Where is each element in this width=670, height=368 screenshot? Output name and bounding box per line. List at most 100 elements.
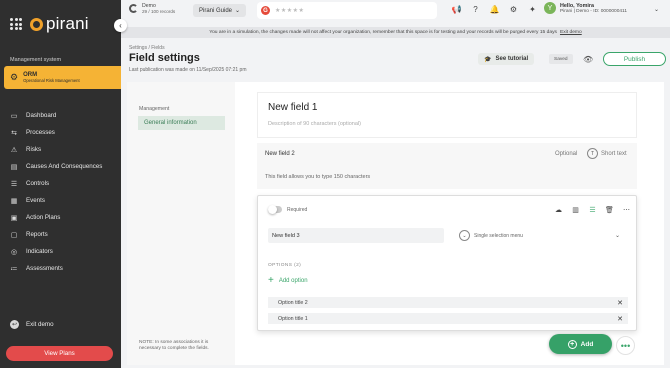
form-title[interactable]: New field 1 (268, 102, 317, 113)
field-type-value: Single selection menu (474, 232, 523, 239)
help-icon[interactable]: ? (470, 4, 481, 15)
apps-grid-icon[interactable] (10, 18, 22, 30)
sidebar-item-dashboard[interactable]: ▭ Dashboard (0, 107, 121, 124)
chevron-down-icon[interactable]: ⌄ (654, 6, 659, 13)
required-label: Required (287, 207, 308, 213)
field-name-input[interactable]: New field 3 (268, 228, 444, 243)
cloud-upload-icon[interactable]: ☁ (553, 204, 564, 215)
field-name: New field 2 (265, 151, 295, 157)
chevron-down-icon: ⌄ (614, 233, 620, 239)
events-icon: ▦ (10, 197, 18, 205)
indicators-icon: ◎ (10, 248, 18, 256)
section-general-information[interactable]: General information (138, 116, 225, 130)
required-toggle[interactable] (268, 205, 282, 214)
form-title-card: New field 1 Description of 90 characters… (257, 92, 637, 138)
causes-icon: ▤ (10, 163, 18, 171)
close-icon[interactable]: ✕ (617, 315, 623, 323)
pirani-logo: pirani (30, 14, 89, 34)
reports-icon: ▢ (10, 231, 18, 239)
close-icon[interactable]: ✕ (617, 299, 623, 307)
field-type-select[interactable]: ⌄ Single selection menu ⌄ (454, 228, 628, 243)
brand-name: pirani (46, 14, 89, 33)
eye-icon[interactable]: 👁 (583, 55, 593, 64)
sidebar-item-processes[interactable]: ⇆ Processes (0, 124, 121, 141)
sidebar-item-controls[interactable]: ☰ Controls (0, 175, 121, 192)
option-row[interactable]: Option title 1 ✕ (268, 313, 628, 324)
field-type-label: Short text (601, 150, 627, 157)
sidebar-item-label: Risks (26, 146, 42, 153)
field-card[interactable]: New field 2 Optional T Short text This f… (257, 143, 637, 189)
sidebar-nav: ▭ Dashboard ⇆ Processes ⚠ Risks ▤ Causes And… (0, 107, 121, 277)
demo-status: Demo 29 / 100 records (129, 3, 175, 14)
exit-demo-link[interactable]: ↩ Exit demo (10, 320, 54, 329)
sidebar-item-events[interactable]: ▦ Events (0, 192, 121, 209)
assessments-icon: ≔ (10, 265, 18, 273)
banner-text: You are in a simulation, the changes mad… (209, 30, 557, 35)
monitor-icon: ▭ (10, 112, 18, 120)
form-description-input[interactable]: Description of 90 characters (optional) (268, 121, 361, 127)
bell-icon[interactable]: 🔔 (489, 4, 500, 15)
text-type-icon: T (587, 148, 598, 159)
avatar: Y (544, 2, 556, 14)
trash-icon[interactable]: 🗑 (604, 204, 615, 215)
add-option-button[interactable]: + Add option (268, 276, 308, 286)
demo-records: 29 / 100 records (142, 9, 176, 14)
options-label: OPTIONS (2) (268, 263, 302, 268)
exit-icon: ↩ (10, 320, 19, 329)
selection-type-icon: ⌄ (459, 230, 470, 241)
sparkle-icon[interactable]: ✦ (527, 4, 538, 15)
gear-icon[interactable]: ⚙ (508, 4, 519, 15)
sidebar-item-assessments[interactable]: ≔ Assessments (0, 260, 121, 277)
sidebar-item-reports[interactable]: ▢ Reports (0, 226, 121, 243)
rating-box[interactable]: G ★★★★★ (257, 2, 437, 19)
page-title: Field settings (129, 52, 200, 64)
orm-module-card[interactable]: ⚙ ORM Operational Risk Management (4, 66, 121, 89)
pirani-guide-dropdown[interactable]: Pirani Guide ⌄ (193, 4, 247, 17)
progress-ring-icon (129, 4, 138, 13)
more-icon[interactable]: ⋯ (621, 204, 632, 215)
add-label: Add (580, 340, 594, 348)
sidebar-item-label: Action Plans (26, 214, 61, 221)
sidebar-item-indicators[interactable]: ◎ Indicators (0, 243, 121, 260)
g2-icon: G (261, 6, 270, 15)
sections-panel: Management General information NOTE: In … (127, 82, 235, 365)
top-icons: 📢 ? 🔔 ⚙ ✦ (451, 4, 538, 15)
see-tutorial-button[interactable]: 🎓 See tutorial (478, 53, 535, 65)
topbar: Demo 29 / 100 records Pirani Guide ⌄ G ★… (121, 0, 670, 22)
option-title[interactable]: Option title 1 (278, 316, 308, 322)
graduation-cap-icon: 🎓 (484, 56, 492, 63)
logo-ring-icon (30, 17, 43, 31)
sidebar-item-label: Reports (26, 231, 48, 238)
sidebar-item-causes[interactable]: ▤ Causes And Consequences (0, 158, 121, 175)
megaphone-icon[interactable]: 📢 (451, 4, 462, 15)
sidebar-item-risks[interactable]: ⚠ Risks (0, 141, 121, 158)
edit-field-card: Required ☁ ▥ ☰ 🗑 ⋯ New field 3 ⌄ Single … (257, 195, 637, 331)
view-plans-button[interactable]: View Plans (6, 346, 113, 361)
sidebar-item-label: Controls (26, 180, 50, 187)
publish-button[interactable]: Publish (603, 52, 666, 66)
rating-stars[interactable]: ★★★★★ (275, 7, 304, 14)
sidebar-item-action-plans[interactable]: ▣ Action Plans (0, 209, 121, 226)
status-badge: Saved (549, 54, 573, 64)
orm-subtitle: Operational Risk Management (23, 78, 80, 83)
more-options-button[interactable]: ••• (616, 336, 635, 355)
chevron-down-icon: ⌄ (235, 8, 241, 14)
rows-icon[interactable]: ☰ (587, 204, 598, 215)
collapse-sidebar-button[interactable]: ‹ (114, 19, 127, 32)
option-title[interactable]: Option title 2 (278, 300, 308, 306)
option-row[interactable]: Option title 2 ✕ (268, 297, 628, 308)
banner-exit-link[interactable]: Exit demo (560, 30, 582, 35)
optional-label: Optional (555, 151, 578, 157)
last-publication: Last publication was made on 11/Sep/2025… (129, 67, 247, 73)
breadcrumb[interactable]: Settings / Fields (129, 45, 165, 51)
user-menu[interactable]: Y Hello, Yomira Pirani | Demo - ID: 0000… (544, 2, 627, 14)
management-system-label: Management system (10, 57, 62, 63)
sidebar-item-label: Dashboard (26, 112, 57, 119)
field-toolbar: ☁ ▥ ☰ 🗑 ⋯ (553, 204, 632, 215)
action-plans-icon: ▣ (10, 214, 18, 222)
add-button[interactable]: + Add (549, 334, 612, 354)
user-org: Pirani | Demo - ID: 0000000411 (560, 8, 628, 14)
columns-icon[interactable]: ▥ (570, 204, 581, 215)
section-label: Management (139, 106, 170, 112)
field-help-text: This field allows you to type 150 charac… (265, 174, 371, 180)
